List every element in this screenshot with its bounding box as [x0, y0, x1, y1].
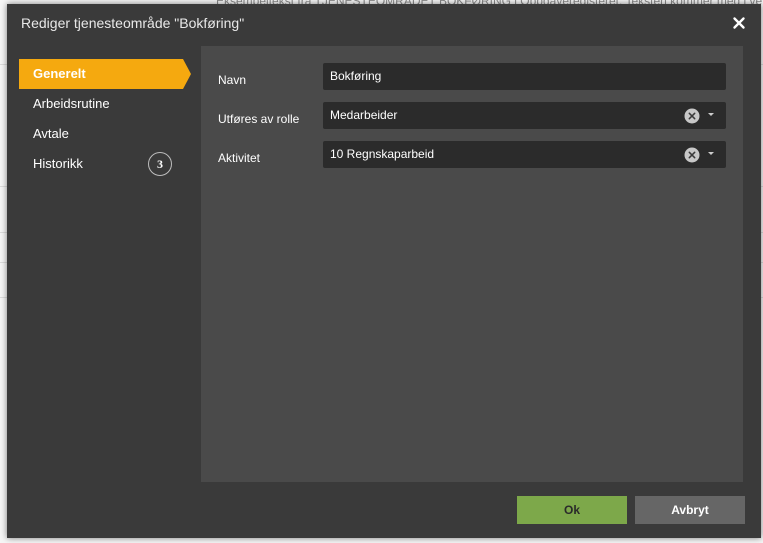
- sidebar-item-arbeidsrutine[interactable]: Arbeidsrutine: [19, 89, 191, 119]
- navn-input[interactable]: Bokføring: [323, 63, 726, 90]
- sidebar-item-generelt[interactable]: Generelt: [19, 59, 191, 89]
- navn-label: Navn: [218, 73, 247, 87]
- navn-value: Bokføring: [330, 69, 382, 83]
- sidebar-item-label: Arbeidsrutine: [33, 96, 110, 111]
- sidebar-item-avtale[interactable]: Avtale: [19, 119, 191, 149]
- rolle-label: Utføres av rolle: [218, 112, 300, 126]
- rolle-value: Medarbeider: [330, 108, 398, 122]
- clear-icon[interactable]: [684, 147, 700, 163]
- clear-icon[interactable]: [684, 108, 700, 124]
- aktivitet-label: Aktivitet: [218, 151, 261, 165]
- chevron-down-icon[interactable]: [708, 152, 714, 155]
- aktivitet-select[interactable]: 10 Regnskaparbeid: [323, 141, 726, 168]
- sidebar-nav: Generelt Arbeidsrutine Avtale Historikk …: [19, 59, 191, 179]
- rolle-select[interactable]: Medarbeider: [323, 102, 726, 129]
- sidebar-item-label: Historikk: [33, 156, 83, 171]
- sidebar-item-label: Avtale: [33, 126, 69, 141]
- general-form-panel: Navn Bokføring Utføres av rolle Medarbei…: [201, 46, 743, 482]
- sidebar-item-historikk[interactable]: Historikk 3: [19, 149, 191, 179]
- edit-service-area-dialog: Rediger tjenesteområde "Bokføring" Gener…: [7, 4, 761, 538]
- sidebar-item-label: Generelt: [33, 66, 86, 81]
- cancel-button[interactable]: Avbryt: [635, 496, 745, 524]
- chevron-down-icon[interactable]: [708, 113, 714, 116]
- dialog-title: Rediger tjenesteområde "Bokføring": [21, 15, 245, 31]
- ok-button[interactable]: Ok: [517, 496, 627, 524]
- close-icon[interactable]: [731, 15, 747, 31]
- count-badge: 3: [148, 152, 172, 176]
- aktivitet-value: 10 Regnskaparbeid: [330, 147, 435, 161]
